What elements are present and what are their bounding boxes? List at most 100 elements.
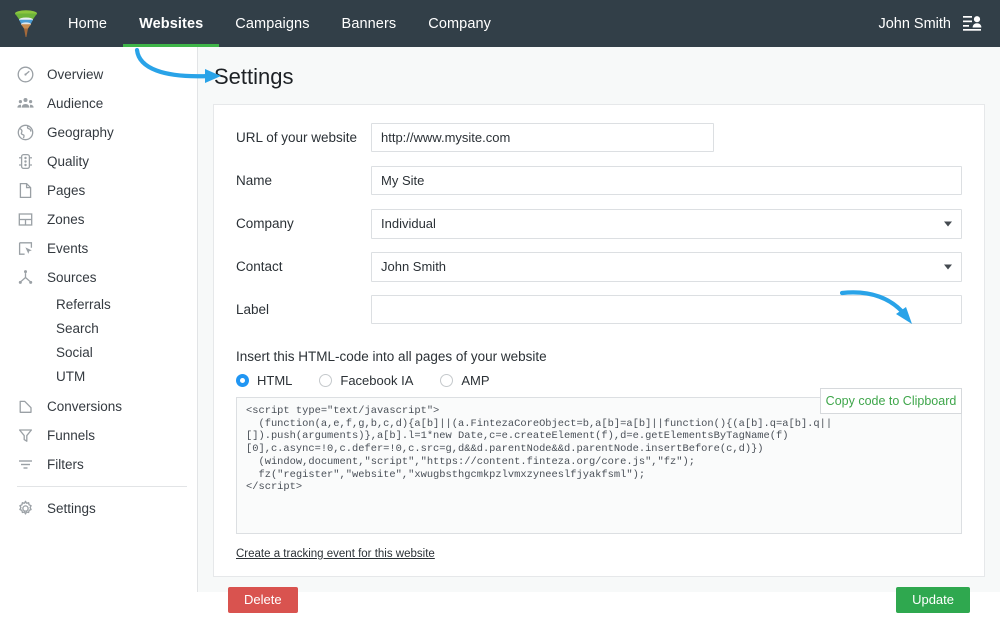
- radio-amp[interactable]: AMP: [440, 373, 489, 388]
- radio-dot-icon: [236, 374, 249, 387]
- embed-code-textarea[interactable]: <script type="text/javascript"> (functio…: [236, 397, 962, 534]
- label-input[interactable]: [371, 295, 962, 324]
- sidebar-item-label: Pages: [43, 183, 85, 198]
- nav-item-home[interactable]: Home: [52, 0, 123, 47]
- sidebar-item-funnels[interactable]: Funnels: [0, 421, 197, 450]
- primary-nav: Home Websites Campaigns Banners Company: [52, 0, 507, 47]
- update-button[interactable]: Update: [896, 587, 970, 613]
- sidebar-item-sources[interactable]: Sources: [0, 263, 197, 292]
- sidebar-item-filters[interactable]: Filters: [0, 450, 197, 479]
- sidebar-item-geography[interactable]: Geography: [0, 118, 197, 147]
- sidebar-item-label: Filters: [43, 457, 84, 472]
- sidebar-item-label: Conversions: [43, 399, 122, 414]
- conversion-arrow-icon: [17, 398, 43, 415]
- name-input[interactable]: [371, 166, 962, 195]
- contact-select[interactable]: John Smith: [371, 252, 962, 282]
- people-group-icon: [17, 95, 43, 112]
- sidebar-item-events[interactable]: Events: [0, 234, 197, 263]
- company-field-label: Company: [236, 216, 371, 231]
- radio-label: Facebook IA: [340, 373, 413, 388]
- funnel-icon: [17, 427, 43, 444]
- page-icon: [17, 182, 43, 199]
- sidebar-item-settings[interactable]: Settings: [0, 494, 197, 523]
- name-field-label: Name: [236, 173, 371, 188]
- sidebar-item-label: Settings: [43, 501, 96, 516]
- embed-code-title: Insert this HTML-code into all pages of …: [236, 349, 962, 364]
- sidebar-item-zones[interactable]: Zones: [0, 205, 197, 234]
- funnel-logo-icon: [13, 9, 39, 39]
- nav-item-websites[interactable]: Websites: [123, 0, 219, 47]
- user-list-icon[interactable]: [963, 15, 982, 32]
- embed-code-section: Insert this HTML-code into all pages of …: [214, 335, 984, 539]
- sidebar-item-label: Geography: [43, 125, 114, 140]
- sidebar-item-label: Zones: [43, 212, 85, 227]
- sidebar-item-audience[interactable]: Audience: [0, 89, 197, 118]
- sitemap-icon: [17, 269, 43, 286]
- chevron-down-icon: [944, 264, 952, 269]
- sidebar-subitem-label: UTM: [56, 369, 85, 384]
- settings-card: URL of your website Name Company Individ…: [213, 104, 985, 577]
- contact-select-value: John Smith: [381, 259, 446, 274]
- sidebar-subitem-search[interactable]: Search: [0, 316, 197, 340]
- nav-label: Company: [428, 16, 491, 32]
- contact-field-label: Contact: [236, 259, 371, 274]
- form-row-company: Company Individual: [214, 206, 984, 241]
- sidebar-item-quality[interactable]: Quality: [0, 147, 197, 176]
- grid-layout-icon: [17, 211, 43, 228]
- app-logo[interactable]: [0, 0, 52, 47]
- form-row-label: Label: [214, 292, 984, 327]
- company-select-value: Individual: [381, 216, 436, 231]
- top-navigation-bar: Home Websites Campaigns Banners Company …: [0, 0, 1000, 47]
- delete-button[interactable]: Delete: [228, 587, 298, 613]
- form-action-bar: Delete Update: [213, 577, 985, 622]
- traffic-light-icon: [17, 153, 43, 170]
- user-name-label: John Smith: [878, 16, 951, 32]
- gear-icon: [17, 500, 43, 517]
- sidebar-subitem-label: Search: [56, 321, 99, 336]
- sidebar-item-label: Overview: [43, 67, 103, 82]
- create-tracking-event-link[interactable]: Create a tracking event for this website: [236, 548, 435, 560]
- nav-label: Websites: [139, 16, 203, 32]
- sidebar-subitem-label: Social: [56, 345, 93, 360]
- nav-item-banners[interactable]: Banners: [326, 0, 413, 47]
- sidebar-subitem-label: Referrals: [56, 297, 111, 312]
- copy-code-button[interactable]: Copy code to Clipboard: [820, 388, 962, 414]
- url-input[interactable]: [371, 123, 714, 152]
- sidebar-subitem-utm[interactable]: UTM: [0, 364, 197, 388]
- sidebar-item-label: Quality: [43, 154, 89, 169]
- radio-html[interactable]: HTML: [236, 373, 292, 388]
- nav-item-company[interactable]: Company: [412, 0, 507, 47]
- code-format-radio-group: HTML Facebook IA AMP: [236, 373, 962, 388]
- sidebar-item-label: Events: [43, 241, 88, 256]
- form-row-url: URL of your website: [214, 120, 984, 155]
- sidebar-item-overview[interactable]: Overview: [0, 60, 197, 89]
- main-content-area: Settings URL of your website Name Compan…: [198, 47, 1000, 592]
- nav-label: Home: [68, 16, 107, 32]
- radio-dot-icon: [440, 374, 453, 387]
- radio-facebook-ia[interactable]: Facebook IA: [319, 373, 413, 388]
- sidebar-item-pages[interactable]: Pages: [0, 176, 197, 205]
- chevron-down-icon: [944, 221, 952, 226]
- sidebar-subitem-social[interactable]: Social: [0, 340, 197, 364]
- form-row-name: Name: [214, 163, 984, 198]
- nav-item-campaigns[interactable]: Campaigns: [219, 0, 325, 47]
- sidebar-item-label: Sources: [43, 270, 97, 285]
- globe-icon: [17, 124, 43, 141]
- copy-code-button-label: Copy code to Clipboard: [826, 394, 957, 408]
- speedometer-icon: [17, 66, 43, 83]
- radio-label: AMP: [461, 373, 489, 388]
- page-title: Settings: [214, 64, 294, 90]
- sidebar-item-conversions[interactable]: Conversions: [0, 392, 197, 421]
- company-select[interactable]: Individual: [371, 209, 962, 239]
- user-menu[interactable]: John Smith: [878, 15, 1000, 32]
- sidebar-subitem-referrals[interactable]: Referrals: [0, 292, 197, 316]
- nav-label: Campaigns: [235, 16, 309, 32]
- radio-label: HTML: [257, 373, 292, 388]
- form-row-contact: Contact John Smith: [214, 249, 984, 284]
- radio-dot-icon: [319, 374, 332, 387]
- sidebar-divider: [17, 486, 187, 487]
- label-field-label: Label: [236, 302, 371, 317]
- cursor-box-icon: [17, 240, 43, 257]
- sidebar-item-label: Audience: [43, 96, 103, 111]
- left-sidebar: Overview Audience Geography: [0, 47, 198, 592]
